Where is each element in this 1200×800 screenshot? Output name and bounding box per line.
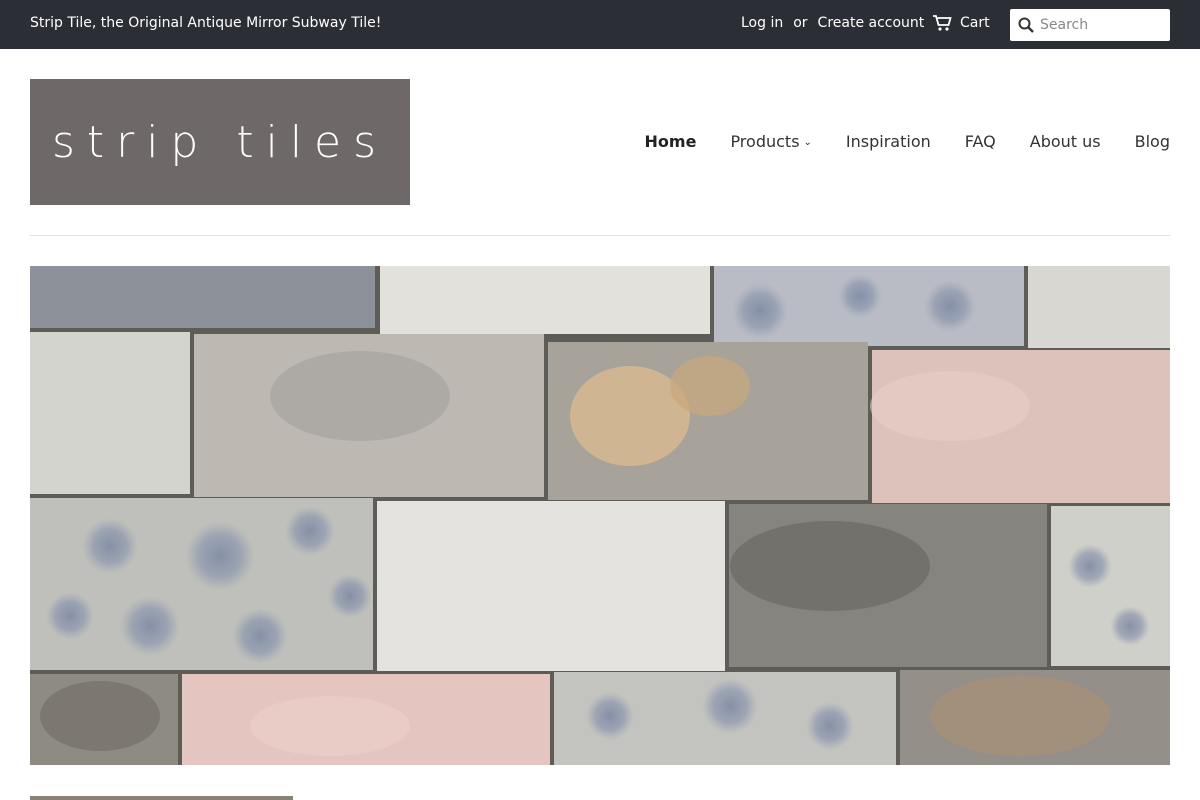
chevron-down-icon: ⌄ (803, 137, 812, 148)
nav-products[interactable]: Products ⌄ (730, 132, 811, 151)
search-input[interactable] (1040, 17, 1160, 33)
cart-label: Cart (960, 15, 990, 31)
nav-faq[interactable]: FAQ (965, 132, 996, 151)
login-link[interactable]: Log in (741, 15, 783, 31)
cart-link[interactable]: Cart (932, 14, 990, 32)
nav-products-label: Products (730, 132, 800, 151)
nav-blog[interactable]: Blog (1135, 132, 1170, 151)
account-links: Log in or Create account (741, 15, 924, 31)
header-divider (30, 235, 1170, 236)
nav-home[interactable]: Home (645, 132, 697, 151)
or-text: or (793, 15, 808, 31)
store-tagline: Strip Tile, the Original Antique Mirror … (30, 15, 382, 31)
search-icon[interactable] (1018, 17, 1034, 33)
logo-text: strip tiles (51, 116, 389, 168)
hero-image (30, 266, 1170, 765)
cart-icon (933, 15, 952, 31)
main-navigation: Home Products ⌄ Inspiration FAQ About us… (645, 132, 1170, 151)
nav-inspiration[interactable]: Inspiration (846, 132, 931, 151)
search-box (1010, 9, 1170, 41)
store-logo[interactable]: strip tiles (30, 79, 410, 205)
announcement-bar: Strip Tile, the Original Antique Mirror … (0, 0, 1200, 49)
nav-about-us[interactable]: About us (1030, 132, 1101, 151)
product-thumbnail[interactable] (30, 796, 293, 800)
create-account-link[interactable]: Create account (818, 15, 925, 31)
